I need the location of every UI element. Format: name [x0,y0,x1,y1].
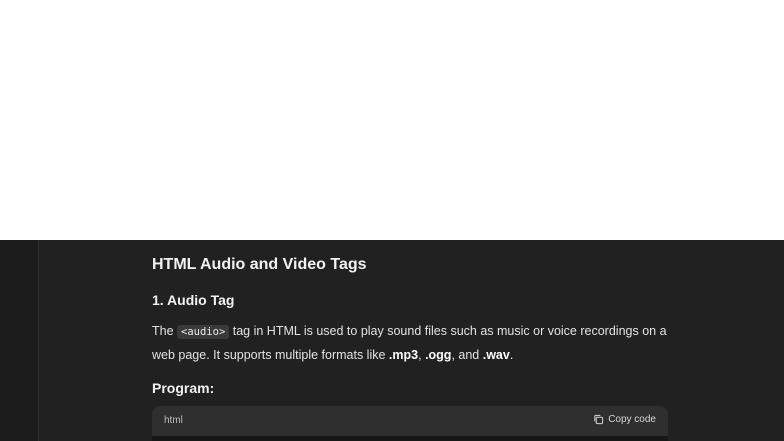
program-label: Program: [152,380,215,396]
inline-code-audio: <audio> [177,325,230,339]
text-segment: . [509,348,514,362]
article-title: HTML Audio and Video Tags [152,256,367,273]
format-mp3: .mp3 [388,348,419,362]
copy-icon [594,414,604,425]
audio-description: The <audio> tag in HTML is used to play … [152,320,672,367]
copy-code-label: Copy code [608,414,656,425]
code-block: html Copy code [152,406,668,441]
format-wav: .wav [482,348,510,362]
copy-code-button[interactable]: Copy code [593,414,656,425]
code-block-header: html Copy code [152,406,668,436]
format-ogg: .ogg [425,348,452,362]
sidebar-edge [0,240,39,441]
code-language-label: html [164,415,183,426]
text-segment: The [152,324,178,338]
blank-area [0,0,784,240]
chat-area: HTML Audio and Video Tags 1. Audio Tag T… [0,240,784,441]
text-segment: , and [451,348,483,362]
section-heading-audio: 1. Audio Tag [152,292,235,308]
page: HTML Audio and Video Tags 1. Audio Tag T… [0,0,784,441]
